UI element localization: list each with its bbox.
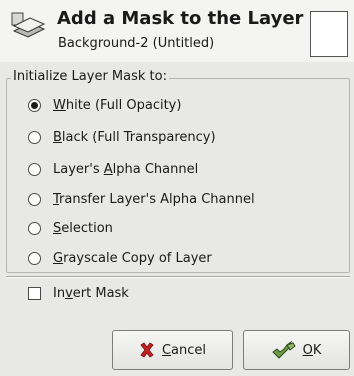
radio-grayscale-copy[interactable]: Grayscale Copy of Layer — [28, 248, 212, 268]
radio-label: Transfer Layer's Alpha Channel — [53, 191, 255, 207]
radio-white[interactable]: White (Full Opacity) — [28, 95, 181, 115]
ok-button[interactable]: OK — [243, 330, 350, 370]
radio-black[interactable]: Black (Full Transparency) — [28, 127, 216, 147]
init-mask-group-label: Initialize Layer Mask to: — [11, 69, 169, 85]
checkbox-label: Invert Mask — [53, 285, 129, 301]
separator — [6, 276, 350, 278]
radio-label: Layer's Alpha Channel — [53, 161, 199, 177]
radio-label: Grayscale Copy of Layer — [53, 250, 212, 266]
radio-label: Selection — [53, 220, 113, 236]
radio-indicator[interactable] — [28, 162, 41, 176]
radio-selection[interactable]: Selection — [28, 218, 113, 238]
radio-transfer-alpha[interactable]: Transfer Layer's Alpha Channel — [28, 189, 255, 209]
invert-mask-checkbox[interactable]: Invert Mask — [28, 283, 129, 303]
cancel-button[interactable]: Cancel — [112, 330, 233, 370]
radio-indicator[interactable] — [28, 98, 41, 112]
dialog-subtitle: Background-2 (Untitled) — [58, 36, 215, 51]
radio-indicator[interactable] — [28, 221, 41, 235]
dialog-title: Add a Mask to the Layer — [57, 8, 304, 29]
checkbox-indicator[interactable] — [28, 286, 41, 300]
cancel-x-icon — [139, 342, 155, 358]
ok-button-label: OK — [302, 342, 322, 358]
radio-alpha-channel[interactable]: Layer's Alpha Channel — [28, 159, 198, 179]
layer-mask-icon — [10, 11, 46, 41]
radio-indicator[interactable] — [28, 251, 41, 265]
radio-label: Black (Full Transparency) — [53, 129, 216, 145]
cancel-button-label: Cancel — [161, 342, 207, 358]
radio-label: White (Full Opacity) — [53, 97, 182, 113]
radio-indicator[interactable] — [28, 130, 41, 144]
radio-indicator[interactable] — [28, 192, 41, 206]
dialog-header: Add a Mask to the Layer Background-2 (Un… — [0, 0, 354, 62]
ok-check-icon — [271, 340, 296, 360]
layer-preview-thumbnail — [310, 11, 348, 57]
